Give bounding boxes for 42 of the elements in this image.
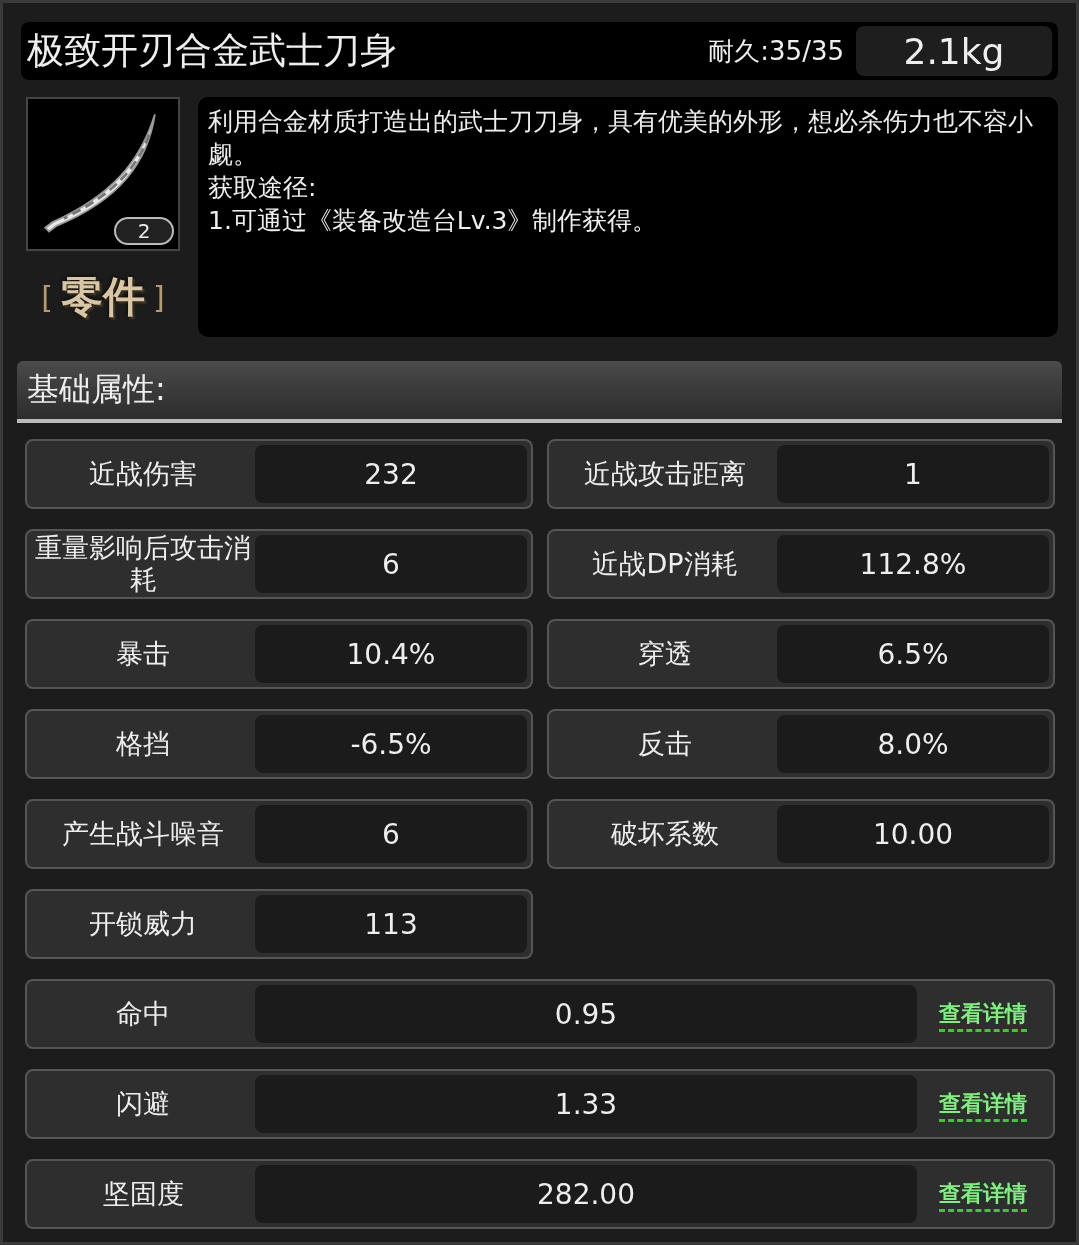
stat-value: 0.95 bbox=[255, 985, 917, 1043]
stat-label: 近战DP消耗 bbox=[591, 548, 739, 580]
section-title: 基础属性: bbox=[27, 369, 166, 410]
stat-label: 穿透 bbox=[637, 638, 693, 670]
description-text: 利用合金材质打造出的武士刀刀身，具有优美的外形，想必杀伤力也不容小觑。 bbox=[208, 106, 1034, 171]
stat-label: 重量影响后攻击消耗 bbox=[34, 532, 252, 596]
weight-value: 2.1kg bbox=[856, 26, 1052, 76]
item-title: 极致开刃合金武士刀身 bbox=[27, 28, 398, 74]
details-link[interactable]: 查看详情 bbox=[917, 1179, 1049, 1209]
stat-value: 1.33 bbox=[255, 1075, 917, 1133]
bracket-text: [ bbox=[41, 279, 53, 315]
stat-label: 坚固度 bbox=[101, 1178, 185, 1210]
durability-text: 耐久:35/35 bbox=[708, 34, 844, 68]
stat-label: 反击 bbox=[637, 728, 693, 760]
stat-value: 282.00 bbox=[255, 1165, 917, 1223]
stat-value: 113 bbox=[255, 895, 527, 953]
stat-label: 近战伤害 bbox=[88, 458, 198, 490]
bracket-text: ] bbox=[153, 279, 165, 315]
stat-label: 暴击 bbox=[115, 638, 171, 670]
details-link[interactable]: 查看详情 bbox=[917, 999, 1049, 1029]
count-badge: 2 bbox=[114, 217, 174, 245]
stat-value: -6.5% bbox=[255, 715, 527, 773]
stat-label: 开锁威力 bbox=[88, 908, 198, 940]
stat-label: 命中 bbox=[115, 998, 171, 1030]
stat-label: 格挡 bbox=[115, 728, 171, 760]
stat-value: 112.8% bbox=[777, 535, 1049, 593]
stat-value: 6 bbox=[255, 805, 527, 863]
stat-value: 8.0% bbox=[777, 715, 1049, 773]
description-text: 1.可通过《装备改造台Lv.3》制作获得。 bbox=[208, 205, 659, 237]
description-text: 获取途径: bbox=[208, 172, 318, 204]
stat-label: 闪避 bbox=[115, 1088, 171, 1120]
stat-value: 10.4% bbox=[255, 625, 527, 683]
stat-value: 6.5% bbox=[777, 625, 1049, 683]
stat-value: 232 bbox=[255, 445, 527, 503]
stat-value: 1 bbox=[777, 445, 1049, 503]
stat-value: 10.00 bbox=[777, 805, 1049, 863]
stat-label: 破坏系数 bbox=[610, 818, 720, 850]
stat-label: 近战攻击距离 bbox=[583, 458, 747, 490]
stat-label: 产生战斗噪音 bbox=[61, 818, 225, 850]
stat-value: 6 bbox=[255, 535, 527, 593]
category-label: 零件 bbox=[61, 271, 145, 323]
details-link[interactable]: 查看详情 bbox=[917, 1089, 1049, 1119]
